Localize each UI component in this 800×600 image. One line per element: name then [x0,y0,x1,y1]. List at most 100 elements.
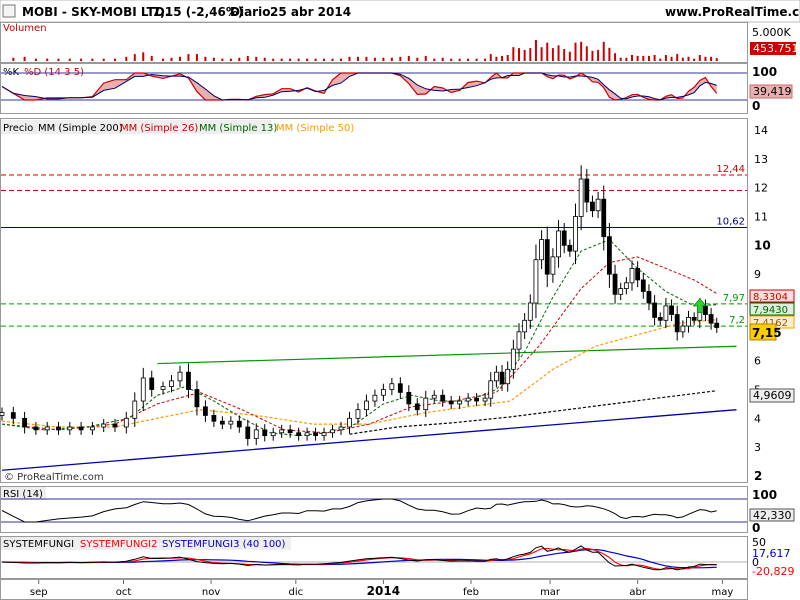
candle-body [194,389,200,408]
volume-bar [57,58,60,61]
candle-body [397,383,403,393]
volume-bar [314,58,317,61]
volume-bar [373,57,376,61]
candle-body [253,429,259,439]
volume-bar [568,51,571,61]
volume-bar [68,58,71,61]
candle-body [431,394,437,399]
price-tick-label: 4 [754,412,761,425]
volume-bar [608,47,611,61]
level-label: 10,62 [716,216,745,227]
candle-body [414,403,420,411]
level-label: 7,97 [723,293,745,304]
volume-bar [489,54,492,61]
candle-body [527,302,533,321]
candle-body [573,216,578,252]
volume-bar [221,58,224,61]
x-tick-label: feb [463,587,479,598]
volume-bar [458,58,461,61]
candle-body [686,317,691,327]
candle-body [177,371,183,382]
candle-body [584,178,590,203]
price-tick-label: 3 [754,441,761,454]
candle-body [140,377,146,402]
stoch-tick-0: 0 [752,99,760,113]
volume-bar [356,56,359,61]
volume-bar [255,56,258,61]
volume-bar [407,55,410,61]
volume-bar [647,55,650,61]
candle-body [160,386,166,390]
volume-bar [664,55,667,61]
candle-body [623,282,629,289]
volume-bar [80,58,83,61]
candle-body [389,383,395,390]
candle-body [482,397,488,402]
sf1-label: SYSTEMFUNGI [3,539,74,550]
menu-icon[interactable] [2,4,16,18]
candle-body [474,397,480,402]
stoch-last-value: 39,419 [753,85,792,98]
volume-bar [704,56,707,61]
candle-body [465,397,471,402]
x-tick-label: dic [288,587,303,598]
candle-body [10,412,16,419]
candle-body [652,302,657,318]
volume-bar [280,58,283,61]
candle-body [657,317,663,321]
volume-bar [659,58,662,61]
volume-bar [512,47,515,61]
volume-bar [246,55,249,61]
candle-body [211,415,217,422]
candle-body [606,236,612,275]
volume-bar [636,55,639,61]
candle-body [703,305,708,315]
candle-body [618,288,624,295]
volume-tick-label: 5.000K [752,26,791,39]
legend-mm200: MM (Simple 200) [38,123,123,134]
volume-bar [467,58,470,61]
rsi-label: RSI (14) [3,489,43,500]
volume-bar [263,57,266,61]
volume-bar [187,54,190,61]
candle-body [448,400,454,405]
mm200-last-value: 4,9609 [753,389,792,402]
candle-body [556,230,561,258]
candle-body [663,305,669,321]
candle-body [590,201,595,212]
price-tick-label: 9 [754,268,761,281]
candle-body [533,259,539,304]
volume-bar [433,58,436,61]
candle-body [245,426,251,439]
candle-body [510,348,516,370]
volume-bar [125,56,128,61]
volume-bar [698,55,701,61]
candle-body [578,178,584,217]
candle-body [669,305,674,315]
x-tick-label: sep [30,587,48,598]
candle-body [544,239,550,275]
candle-body [228,420,234,425]
price-tick-label: 10 [754,238,771,252]
volume-bar [331,58,334,61]
candle-body [44,426,50,431]
candle-body [219,420,225,425]
x-tick-label: nov [202,587,220,598]
candle-body [313,432,318,437]
candle-body [372,394,378,402]
volume-bar [178,56,181,61]
volume-bar [238,57,241,61]
price-tick-label: 11 [754,211,768,224]
site-text: www.ProRealTime.com [665,5,800,19]
legend-mm50: MM (Simple 50) [276,123,354,134]
volume-bar [602,41,605,61]
sf3-label: SYSTEMFUNGI3 (40 100) [162,539,286,550]
volume-bar [399,56,402,61]
level-label: 7,2 [729,315,745,326]
candle-body [674,314,680,333]
candle-body [112,423,118,428]
rsi-last-value: 42,330 [753,509,792,522]
candle-body [499,371,505,385]
candle-body [612,273,618,295]
volume-bar [424,55,427,61]
